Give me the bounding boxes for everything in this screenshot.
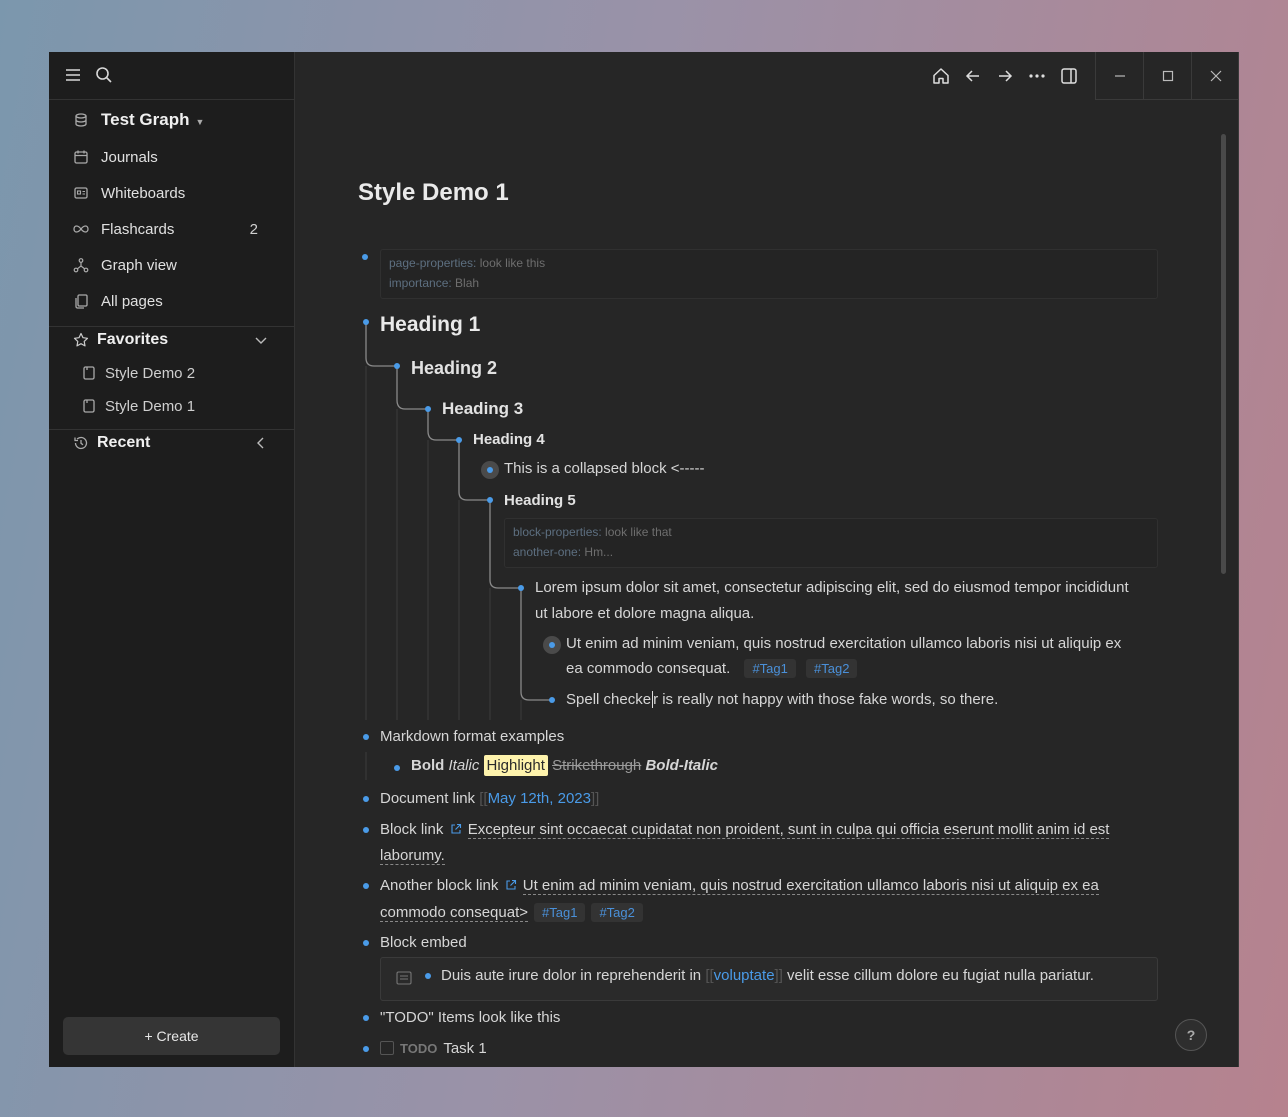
todo-checkbox[interactable] (380, 1041, 394, 1055)
highlight-text: Highlight (483, 755, 548, 776)
collapsed-block-bullet[interactable] (481, 461, 499, 479)
block-bullet[interactable] (394, 363, 400, 369)
another-link-line-2: commodo consequat> #Tag1 #Tag2 (380, 903, 643, 922)
italic-text: Italic (448, 757, 480, 774)
property-value: look like that (601, 525, 672, 539)
embed-page-link[interactable]: voluptate (714, 967, 775, 984)
block-bullet[interactable] (363, 734, 369, 740)
todo-title: "TODO" Items look like this (380, 1009, 561, 1026)
property-key: block-properties: (513, 525, 602, 539)
tag-1[interactable]: #Tag1 (534, 903, 586, 922)
ut-line-1: Ut enim ad minim veniam, quis nostrud ex… (566, 635, 1122, 652)
document-link-label: Document link (380, 790, 480, 807)
block-bullet[interactable] (518, 585, 524, 591)
block-properties: block-properties: look like that another… (504, 518, 1158, 568)
block-embed: Duis aute irure dolor in reprehenderit i… (380, 957, 1158, 1001)
todo-keyword: TODO (400, 1041, 438, 1056)
page-content: Style Demo 1 page-properties: look like … (49, 52, 1238, 1067)
link-bracket: [[ (705, 967, 714, 984)
embed-icon (396, 971, 412, 985)
markdown-examples-title: Markdown format examples (380, 728, 565, 745)
block-bullet[interactable] (363, 883, 369, 889)
block-reference[interactable]: Excepteur sint occaecat cupidatat non pr… (467, 821, 1110, 839)
another-link-label: Another block link (380, 877, 503, 894)
block-bullet[interactable] (363, 1015, 369, 1021)
property-value: Hm... (581, 545, 614, 559)
heading-4: Heading 4 (473, 431, 545, 448)
block-bullet[interactable] (425, 973, 431, 979)
app-window: Test Graph ▼ Journals Whiteboards Flashca… (49, 52, 1239, 1067)
property-row: block-properties: look like that (513, 522, 1149, 542)
property-key: another-one: (513, 545, 582, 559)
property-row: another-one: Hm... (513, 542, 1149, 562)
block-link-label: Block link (380, 821, 448, 838)
block-reference-cont[interactable]: laborumy. (380, 847, 445, 865)
ut-line-2-text: ea commodo consequat. (566, 660, 731, 677)
another-link-line-1: Another block link Ut enim ad minim veni… (380, 877, 1099, 895)
bold-text: Bold (411, 757, 445, 774)
lorem-line-1: Lorem ipsum dolor sit amet, consectetur … (535, 579, 1129, 596)
link-bracket: ]] (774, 967, 783, 984)
block-reference-cont[interactable]: commodo consequat> (380, 904, 529, 922)
block-bullet[interactable] (487, 497, 493, 503)
heading-5: Heading 5 (504, 492, 576, 509)
bold-italic-text: Bold-Italic (645, 757, 718, 774)
embed-text-b: velit esse cillum dolore eu fugiat nulla… (782, 967, 1094, 984)
spell-checker-block[interactable]: Spell checke r is really not happy with t… (566, 691, 998, 708)
embed-text-a: Duis aute irure dolor in reprehenderit i… (441, 967, 706, 984)
document-link-block: Document link [[May 12th, 2023]] (380, 790, 599, 807)
tag-1[interactable]: #Tag1 (744, 659, 796, 678)
block-bullet[interactable] (363, 827, 369, 833)
format-examples: Bold Italic Highlight Strikethrough Bold… (411, 755, 718, 776)
block-embed-label: Block embed (380, 934, 467, 951)
spell-text-a: Spell checke (566, 691, 652, 708)
document-link[interactable]: May 12th, 2023 (488, 790, 591, 807)
block-bullet[interactable] (363, 796, 369, 802)
todo-task-text: Task 1 (443, 1040, 487, 1057)
block-link-line-2: laborumy. (380, 847, 445, 865)
spell-text-b: r is really not happy with those fake wo… (653, 691, 999, 708)
block-reference[interactable]: Ut enim ad minim veniam, quis nostrud ex… (522, 877, 1099, 895)
link-bracket: ]] (590, 790, 600, 807)
tag-2[interactable]: #Tag2 (806, 659, 858, 678)
tag-2[interactable]: #Tag2 (591, 903, 643, 922)
link-bracket: [[ (479, 790, 488, 807)
external-link-icon (450, 823, 462, 835)
heading-2: Heading 2 (411, 358, 498, 378)
block-bullet[interactable] (456, 437, 462, 443)
block-bullet[interactable] (425, 406, 431, 412)
heading-1: Heading 1 (380, 313, 481, 336)
block-bullet[interactable] (363, 940, 369, 946)
external-link-icon (505, 879, 517, 891)
block-bullet[interactable] (549, 697, 555, 703)
todo-item: TODO Task 1 (380, 1040, 487, 1057)
embedded-block-text: Duis aute irure dolor in reprehenderit i… (441, 967, 1094, 984)
heading-3: Heading 3 (442, 399, 524, 418)
block-bullet[interactable] (363, 1046, 369, 1052)
collapsed-block-bullet[interactable] (543, 636, 561, 654)
strikethrough-text: Strikethrough (552, 757, 642, 774)
ut-line-2: ea commodo consequat. #Tag1 #Tag2 (566, 659, 858, 678)
block-bullet[interactable] (363, 319, 369, 325)
collapsed-block-text: This is a collapsed block <----- (504, 460, 705, 477)
block-bullet[interactable] (394, 765, 400, 771)
block-link-line-1: Block link Excepteur sint occaecat cupid… (380, 821, 1110, 839)
lorem-line-2: ut labore et dolore magna aliqua. (535, 605, 755, 622)
